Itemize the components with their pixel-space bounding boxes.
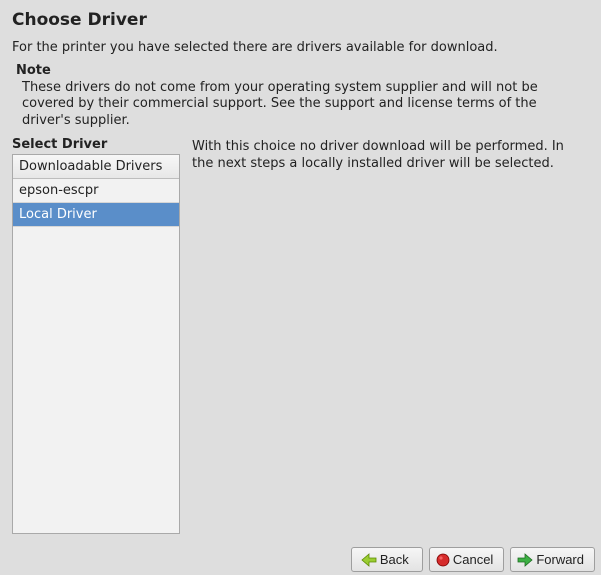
- driver-listbox[interactable]: Downloadable Drivers epson-escpr Local D…: [12, 154, 180, 534]
- cancel-button-label: Cancel: [453, 552, 493, 567]
- intro-text: For the printer you have selected there …: [12, 40, 589, 55]
- select-driver-label: Select Driver: [12, 137, 182, 152]
- list-item[interactable]: Local Driver: [13, 203, 179, 227]
- cancel-button[interactable]: Cancel: [429, 547, 504, 572]
- forward-button[interactable]: Forward: [510, 547, 595, 572]
- forward-button-label: Forward: [536, 552, 584, 567]
- note-text: These drivers do not come from your oper…: [16, 80, 589, 129]
- page-title: Choose Driver: [12, 10, 589, 30]
- note-block: Note These drivers do not come from your…: [16, 63, 589, 129]
- list-item-label: epson-escpr: [19, 183, 98, 198]
- list-item[interactable]: epson-escpr: [13, 179, 179, 203]
- driver-description: With this choice no driver download will…: [192, 139, 589, 173]
- back-button[interactable]: Back: [351, 547, 423, 572]
- arrow-right-icon: [517, 553, 533, 567]
- stop-icon: [436, 553, 450, 567]
- note-heading: Note: [16, 63, 589, 78]
- button-bar: Back Cancel Forward: [351, 547, 595, 572]
- driver-list-column-header[interactable]: Downloadable Drivers: [13, 155, 179, 179]
- arrow-left-icon: [361, 553, 377, 567]
- back-button-label: Back: [380, 552, 409, 567]
- list-item-label: Local Driver: [19, 207, 97, 222]
